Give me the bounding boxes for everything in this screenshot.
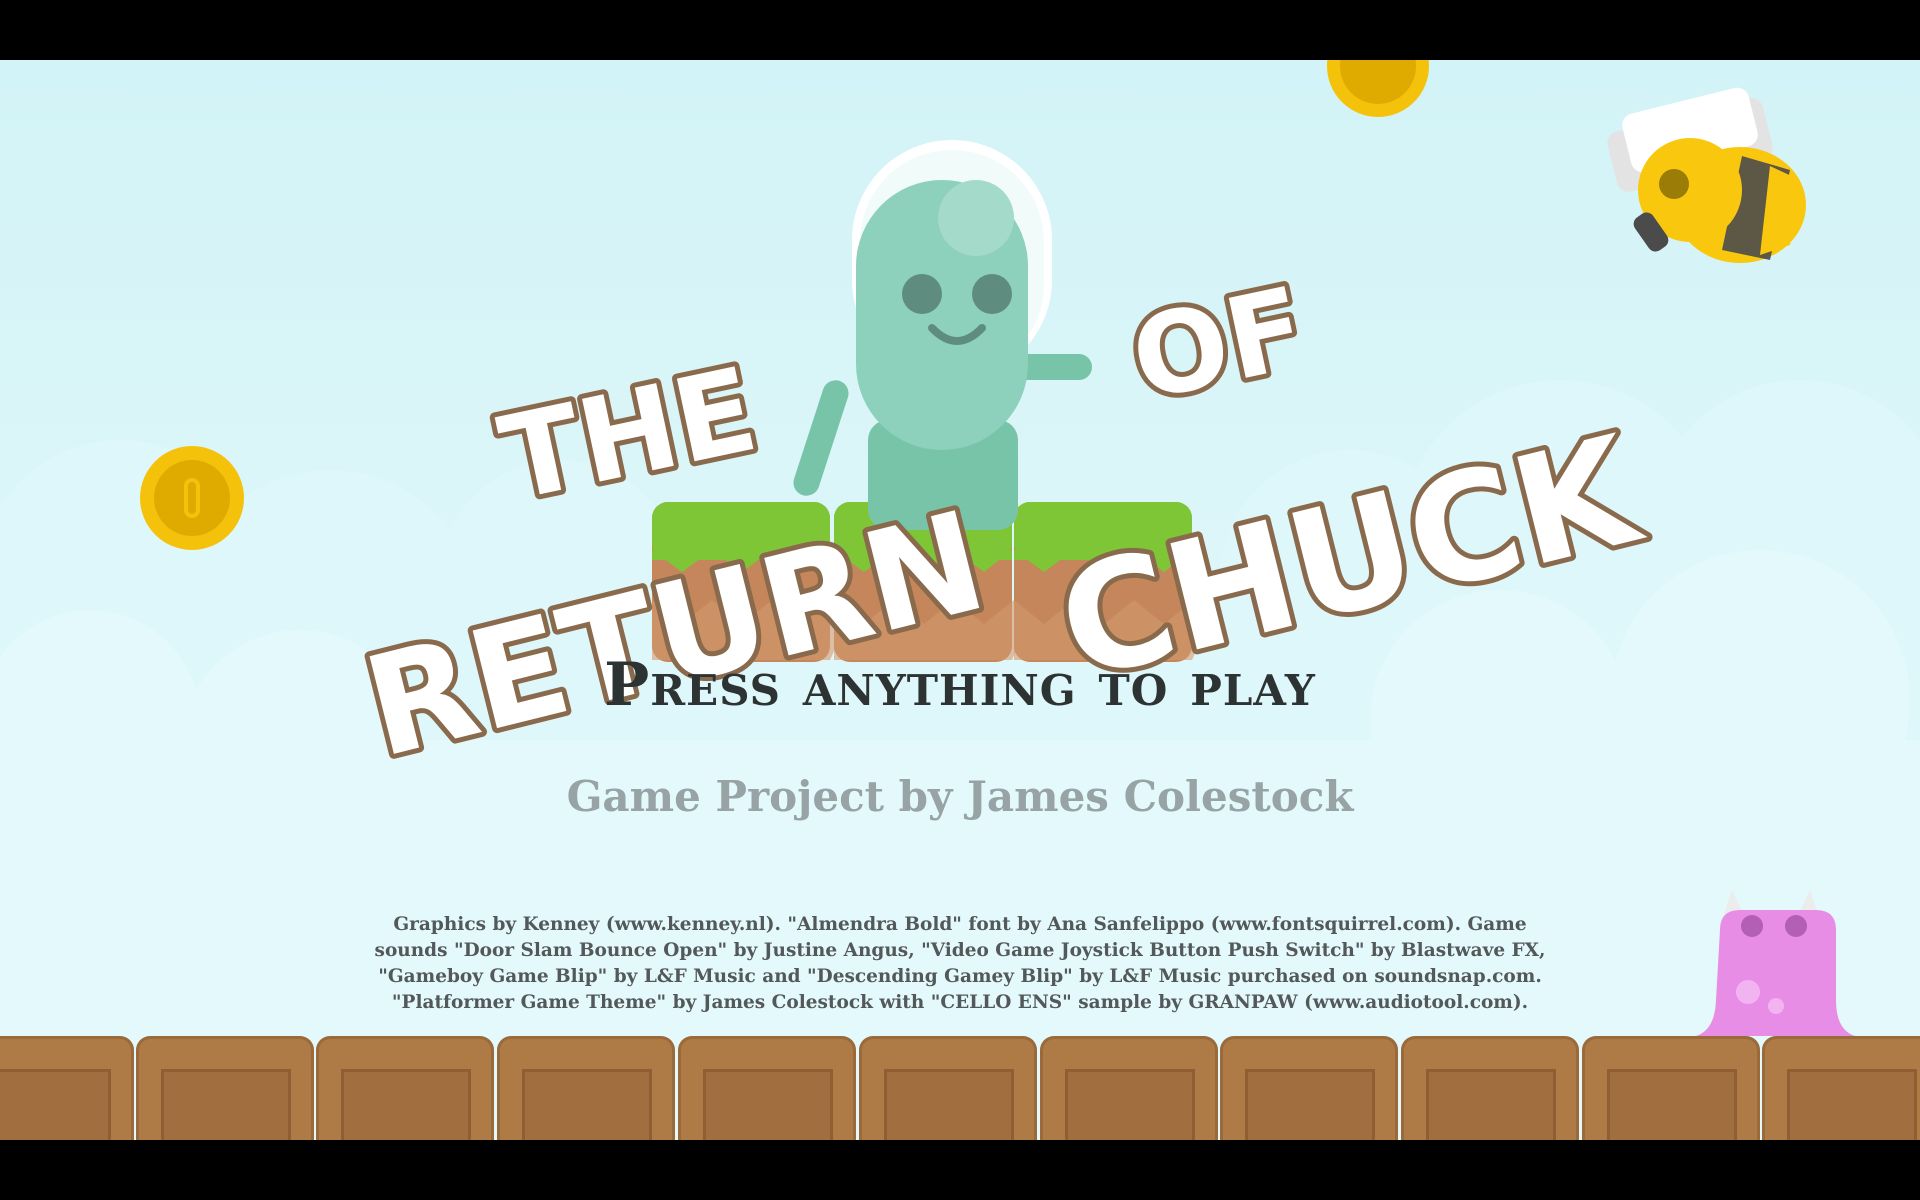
alien-player-icon xyxy=(793,140,1092,530)
wooden-crate xyxy=(1040,1036,1218,1140)
wooden-crate xyxy=(1762,1036,1920,1140)
wooden-crate xyxy=(1582,1036,1760,1140)
gold-coin-icon xyxy=(140,446,244,550)
wooden-crate xyxy=(1220,1036,1398,1140)
letterbox-top xyxy=(0,0,1920,60)
wooden-crate xyxy=(497,1036,675,1140)
title-word-of: OF xyxy=(1121,263,1316,426)
wooden-crate xyxy=(0,1036,134,1140)
title-screen[interactable]: THE OF RETURN CHUCK Press anything to pl… xyxy=(0,60,1920,1140)
gold-coin-icon xyxy=(1327,60,1429,117)
letterbox-bottom xyxy=(0,1140,1920,1200)
pink-slime-enemy-icon xyxy=(1696,890,1855,1036)
wooden-crate xyxy=(859,1036,1037,1140)
wooden-crate xyxy=(1401,1036,1579,1140)
wooden-crate xyxy=(316,1036,494,1140)
wooden-crate xyxy=(678,1036,856,1140)
press-to-play-prompt: Press anything to play xyxy=(604,650,1316,720)
bee-enemy-icon xyxy=(1607,87,1806,263)
credits-text: Graphics by Kenney (www.kenney.nl). "Alm… xyxy=(374,914,1546,1013)
author-byline: Game Project by James Colestock xyxy=(566,772,1354,821)
title-word-the: THE xyxy=(490,342,768,527)
wooden-crate xyxy=(136,1036,314,1140)
ground-crates xyxy=(0,1036,1920,1140)
